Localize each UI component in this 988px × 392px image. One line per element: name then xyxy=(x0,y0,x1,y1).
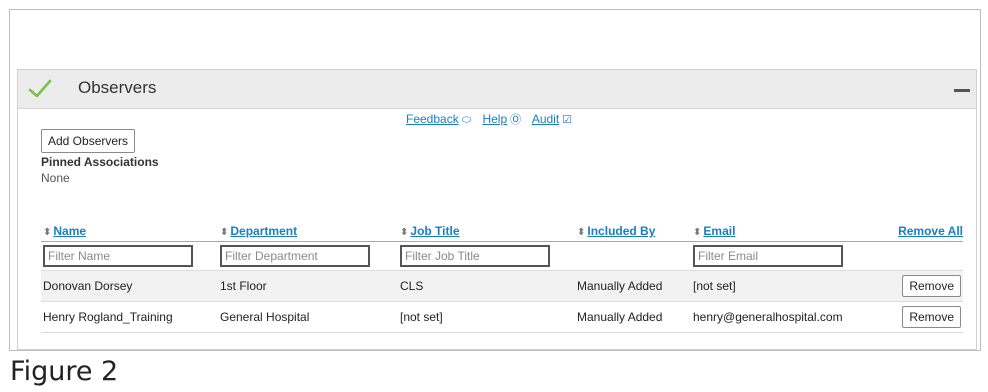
sort-icon: ⬍ xyxy=(693,227,702,238)
column-header-name[interactable]: ⬍ Name xyxy=(41,216,218,242)
column-header-job-title[interactable]: ⬍ Job Title xyxy=(398,216,575,242)
filter-department-input[interactable] xyxy=(220,245,370,267)
check-icon xyxy=(28,79,52,98)
pinned-associations-label: Pinned Associations xyxy=(41,155,159,169)
speech-bubble-icon[interactable]: ⬭ xyxy=(462,114,471,126)
panel-links: Feedback ⬭ Help Ⓞ Audit ☑ xyxy=(406,111,580,127)
column-header-department[interactable]: ⬍ Department xyxy=(218,216,398,242)
sort-icon: ⬍ xyxy=(400,227,409,238)
cell-department: General Hospital xyxy=(218,301,398,333)
sort-icon: ⬍ xyxy=(577,227,586,238)
filter-job-title-input[interactable] xyxy=(400,245,550,267)
cell-email: [not set] xyxy=(691,270,871,302)
figure-caption: Figure 2 xyxy=(10,356,119,387)
question-circle-icon[interactable]: Ⓞ xyxy=(510,114,521,126)
column-header-email[interactable]: ⬍ Email xyxy=(691,216,871,242)
cell-job-title: CLS xyxy=(398,270,575,302)
remove-button[interactable]: Remove xyxy=(902,306,961,328)
clipboard-icon[interactable]: ☑ xyxy=(562,114,572,126)
remove-all-link[interactable]: Remove All xyxy=(871,216,963,242)
table-header-row: ⬍ Name ⬍ Department ⬍ Job Title ⬍ Included B… xyxy=(41,216,963,242)
filter-email-input[interactable] xyxy=(693,245,843,267)
cell-included-by: Manually Added xyxy=(575,301,691,333)
add-observers-button[interactable]: Add Observers xyxy=(41,129,136,153)
column-header-included-by[interactable]: ⬍ Included By xyxy=(575,216,691,242)
filter-name-input[interactable] xyxy=(43,245,193,267)
table-row: Henry Rogland_Training General Hospital … xyxy=(41,301,963,333)
sort-icon: ⬍ xyxy=(43,227,52,238)
audit-link[interactable]: Audit xyxy=(532,112,559,126)
feedback-link[interactable]: Feedback xyxy=(406,112,459,126)
panel-header[interactable]: Observers xyxy=(18,70,976,109)
pinned-associations-value: None xyxy=(41,171,70,185)
filter-row xyxy=(41,242,963,271)
cell-job-title: [not set] xyxy=(398,301,575,333)
observers-panel: Observers Feedback ⬭ Help Ⓞ Audit ☑ Add Obs… xyxy=(17,69,977,350)
cell-name: Donovan Dorsey xyxy=(41,270,218,302)
cell-email: henry@generalhospital.com xyxy=(691,301,871,333)
cell-name: Henry Rogland_Training xyxy=(41,301,218,333)
sort-icon: ⬍ xyxy=(220,227,229,238)
cell-included-by: Manually Added xyxy=(575,270,691,302)
cell-department: 1st Floor xyxy=(218,270,398,302)
remove-button[interactable]: Remove xyxy=(902,275,961,297)
observers-table: ⬍ Name ⬍ Department ⬍ Job Title ⬍ Included B… xyxy=(41,216,963,333)
panel-title: Observers xyxy=(78,78,157,97)
table-row: Donovan Dorsey 1st Floor CLS Manually Ad… xyxy=(41,270,963,302)
collapse-icon[interactable] xyxy=(954,89,970,92)
help-link[interactable]: Help xyxy=(482,112,507,126)
